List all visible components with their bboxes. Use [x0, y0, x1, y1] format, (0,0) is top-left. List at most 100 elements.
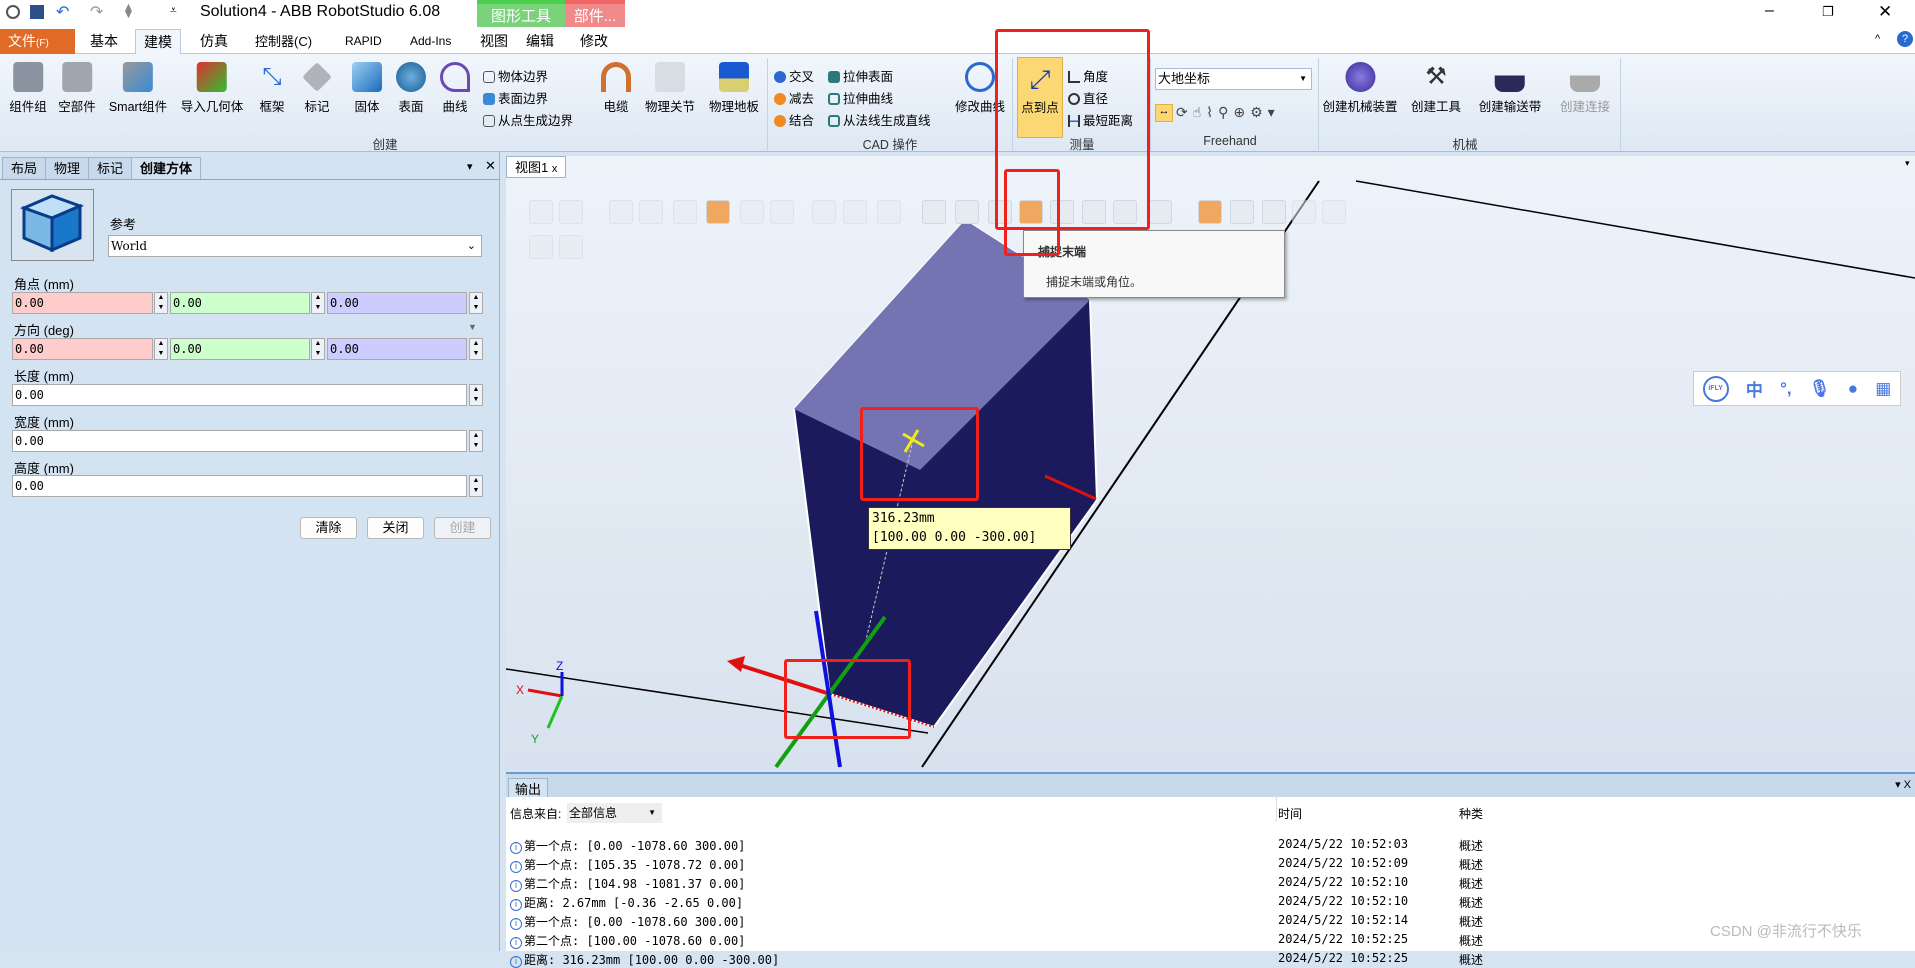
create-button[interactable]: 创建 [434, 517, 491, 539]
output-row[interactable]: i 第一个点: [0.00 -1078.60 300.00] [510, 837, 745, 854]
tab-modeling[interactable]: 建模 [135, 29, 181, 54]
column-header-time[interactable]: 时间 [1278, 805, 1302, 822]
source-dropdown[interactable]: 全部信息 ▼ [567, 803, 662, 823]
corner-y-spinner[interactable]: ▲ ▼ [311, 292, 325, 314]
tag-icon[interactable]: ⧫ [125, 2, 132, 19]
measure-diameter-icon[interactable] [1262, 200, 1286, 224]
cable-button[interactable]: 电缆 [601, 62, 631, 115]
expand-icon[interactable]: ▼ [468, 322, 477, 332]
output-row[interactable]: i 第二个点: [100.00 -1078.60 0.00] [510, 932, 745, 949]
tab-tags[interactable]: 标记 [88, 157, 133, 179]
ifly-logo-icon[interactable]: iFLY [1702, 375, 1729, 402]
empty-part-button[interactable]: 空部件 [58, 62, 96, 115]
solid-button[interactable]: 固体 [352, 62, 382, 115]
minimize-button[interactable]: – [1765, 2, 1774, 20]
frame-button[interactable]: ⤡ 框架 [257, 62, 287, 115]
reference-dropdown[interactable]: World ⌄ [108, 235, 482, 257]
corner-x-spinner[interactable]: ▲ ▼ [154, 292, 168, 314]
height-input[interactable]: 0.00 [12, 475, 467, 497]
corner-z-input[interactable]: 0.00 [327, 292, 467, 314]
component-group-button[interactable]: 组件组 [9, 62, 47, 115]
select-joint-icon[interactable] [877, 200, 901, 224]
tab-basic[interactable]: 基本 [82, 29, 126, 54]
output-row[interactable]: i 第一个点: [0.00 -1078.60 300.00] [510, 913, 745, 930]
reference-frame-dropdown[interactable]: 大地坐标 ▼ [1155, 68, 1312, 90]
tab-modify[interactable]: 修改 [572, 29, 616, 54]
subtract-button[interactable]: 减去 [774, 88, 814, 107]
length-spinner[interactable]: ▲ ▼ [469, 384, 483, 406]
extrude-curve-button[interactable]: 拉伸曲线 [828, 88, 893, 107]
tab-view1[interactable]: 视图1 x [506, 156, 567, 178]
freehand-move-button[interactable]: ↔ [1155, 104, 1173, 122]
close-button[interactable]: 关闭 [367, 517, 424, 539]
close-button[interactable]: ✕ [1878, 2, 1892, 22]
measure-angle-icon[interactable] [1230, 200, 1254, 224]
orientation-x-input[interactable]: 0.00 [12, 338, 153, 360]
union-button[interactable]: 结合 [774, 110, 814, 129]
select-curve-icon[interactable] [609, 200, 633, 224]
panel-menu-icon[interactable]: ▾ [467, 160, 473, 173]
corner-x-input[interactable]: 0.00 [12, 292, 153, 314]
surface-boundary-button[interactable]: 表面边界 [483, 88, 548, 107]
apps-grid-icon[interactable]: ▦ [1875, 379, 1891, 399]
tab-rapid[interactable]: RAPID [337, 29, 390, 54]
output-row[interactable]: i 第一个点: [105.35 -1078.72 0.00] [510, 856, 745, 873]
clear-button[interactable]: 清除 [300, 517, 357, 539]
freehand-tools[interactable]: ⟳☝⌇⚲⊕⚙▾ [1176, 104, 1280, 121]
column-header-type[interactable]: 种类 [1459, 805, 1483, 822]
create-conveyor-button[interactable]: 创建输送带 [1479, 62, 1541, 115]
tag-button[interactable]: 标记 [302, 62, 332, 115]
orientation-y-spinner[interactable]: ▲ ▼ [311, 338, 325, 360]
intersect-button[interactable]: 交叉 [774, 66, 814, 85]
orientation-z-spinner[interactable]: ▲ ▼ [469, 338, 483, 360]
tab-simulation[interactable]: 仿真 [192, 29, 236, 54]
save-icon[interactable] [30, 5, 44, 19]
output-row[interactable]: i 距离: 316.23mm [100.00 0.00 -300.00] [510, 951, 779, 968]
user-icon[interactable]: ● [1848, 379, 1858, 399]
line-from-normal-button[interactable]: 从法线生成直线 [828, 110, 931, 129]
select-path-icon[interactable] [843, 200, 867, 224]
create-connection-button[interactable]: 创建连接 [1560, 62, 1610, 115]
measure-min-distance-icon[interactable] [1292, 200, 1316, 224]
microphone-icon[interactable]: 🎙 [1809, 379, 1831, 399]
undo-icon[interactable]: ↶ [56, 2, 69, 22]
output-close-icon[interactable]: ▾ X [1895, 778, 1911, 791]
corner-z-spinner[interactable]: ▲ ▼ [469, 292, 483, 314]
help-icon[interactable]: ? [1897, 31, 1913, 47]
tab-view[interactable]: 视图 [472, 29, 516, 54]
curve-button[interactable]: 曲线 [440, 62, 470, 115]
ime-chinese-mode[interactable]: 中 [1746, 376, 1763, 401]
boundary-from-points-button[interactable]: 从点生成边界 [483, 110, 573, 129]
physics-joint-button[interactable]: 物理关节 [645, 62, 695, 115]
create-tool-button[interactable]: ⚒ 创建工具 [1411, 62, 1461, 115]
collapse-ribbon-icon[interactable]: ^ [1875, 33, 1880, 45]
tab-edit[interactable]: 编辑 [518, 29, 562, 54]
tab-physics[interactable]: 物理 [45, 157, 90, 179]
viewport-menu-icon[interactable]: ▾ [1905, 158, 1910, 169]
corner-y-input[interactable]: 0.00 [170, 292, 310, 314]
tab-layout[interactable]: 布局 [2, 157, 47, 179]
tab-output[interactable]: 输出 [508, 778, 549, 799]
punctuation-icon[interactable]: °, [1780, 379, 1792, 399]
body-boundary-button[interactable]: 物体边界 [483, 66, 548, 85]
select-target-icon[interactable] [812, 200, 836, 224]
select-mechanism-icon[interactable] [740, 200, 764, 224]
app-icon[interactable] [6, 5, 20, 19]
tab-file[interactable]: 文件(F) [0, 29, 75, 54]
smart-component-button[interactable]: Smart组件 [109, 62, 167, 115]
tab-addins[interactable]: Add-Ins [402, 29, 459, 54]
output-row[interactable]: i 第二个点: [104.98 -1081.37 0.00] [510, 875, 745, 892]
orientation-y-input[interactable]: 0.00 [170, 338, 310, 360]
width-spinner[interactable]: ▲ ▼ [469, 430, 483, 452]
snap-object-icon[interactable] [922, 200, 946, 224]
orientation-x-spinner[interactable]: ▲ ▼ [154, 338, 168, 360]
redo-icon[interactable]: ↷ [90, 2, 103, 22]
view-center-icon[interactable] [559, 200, 583, 224]
select-body-icon[interactable] [673, 200, 697, 224]
select-surface-icon[interactable] [639, 200, 663, 224]
stop-icon[interactable] [559, 235, 583, 259]
restore-button[interactable]: ❐ [1822, 4, 1834, 20]
measure-point-to-point-icon[interactable] [1198, 200, 1222, 224]
tab-create-box[interactable]: 创建方体 [131, 157, 202, 179]
snap-center-icon[interactable] [955, 200, 979, 224]
